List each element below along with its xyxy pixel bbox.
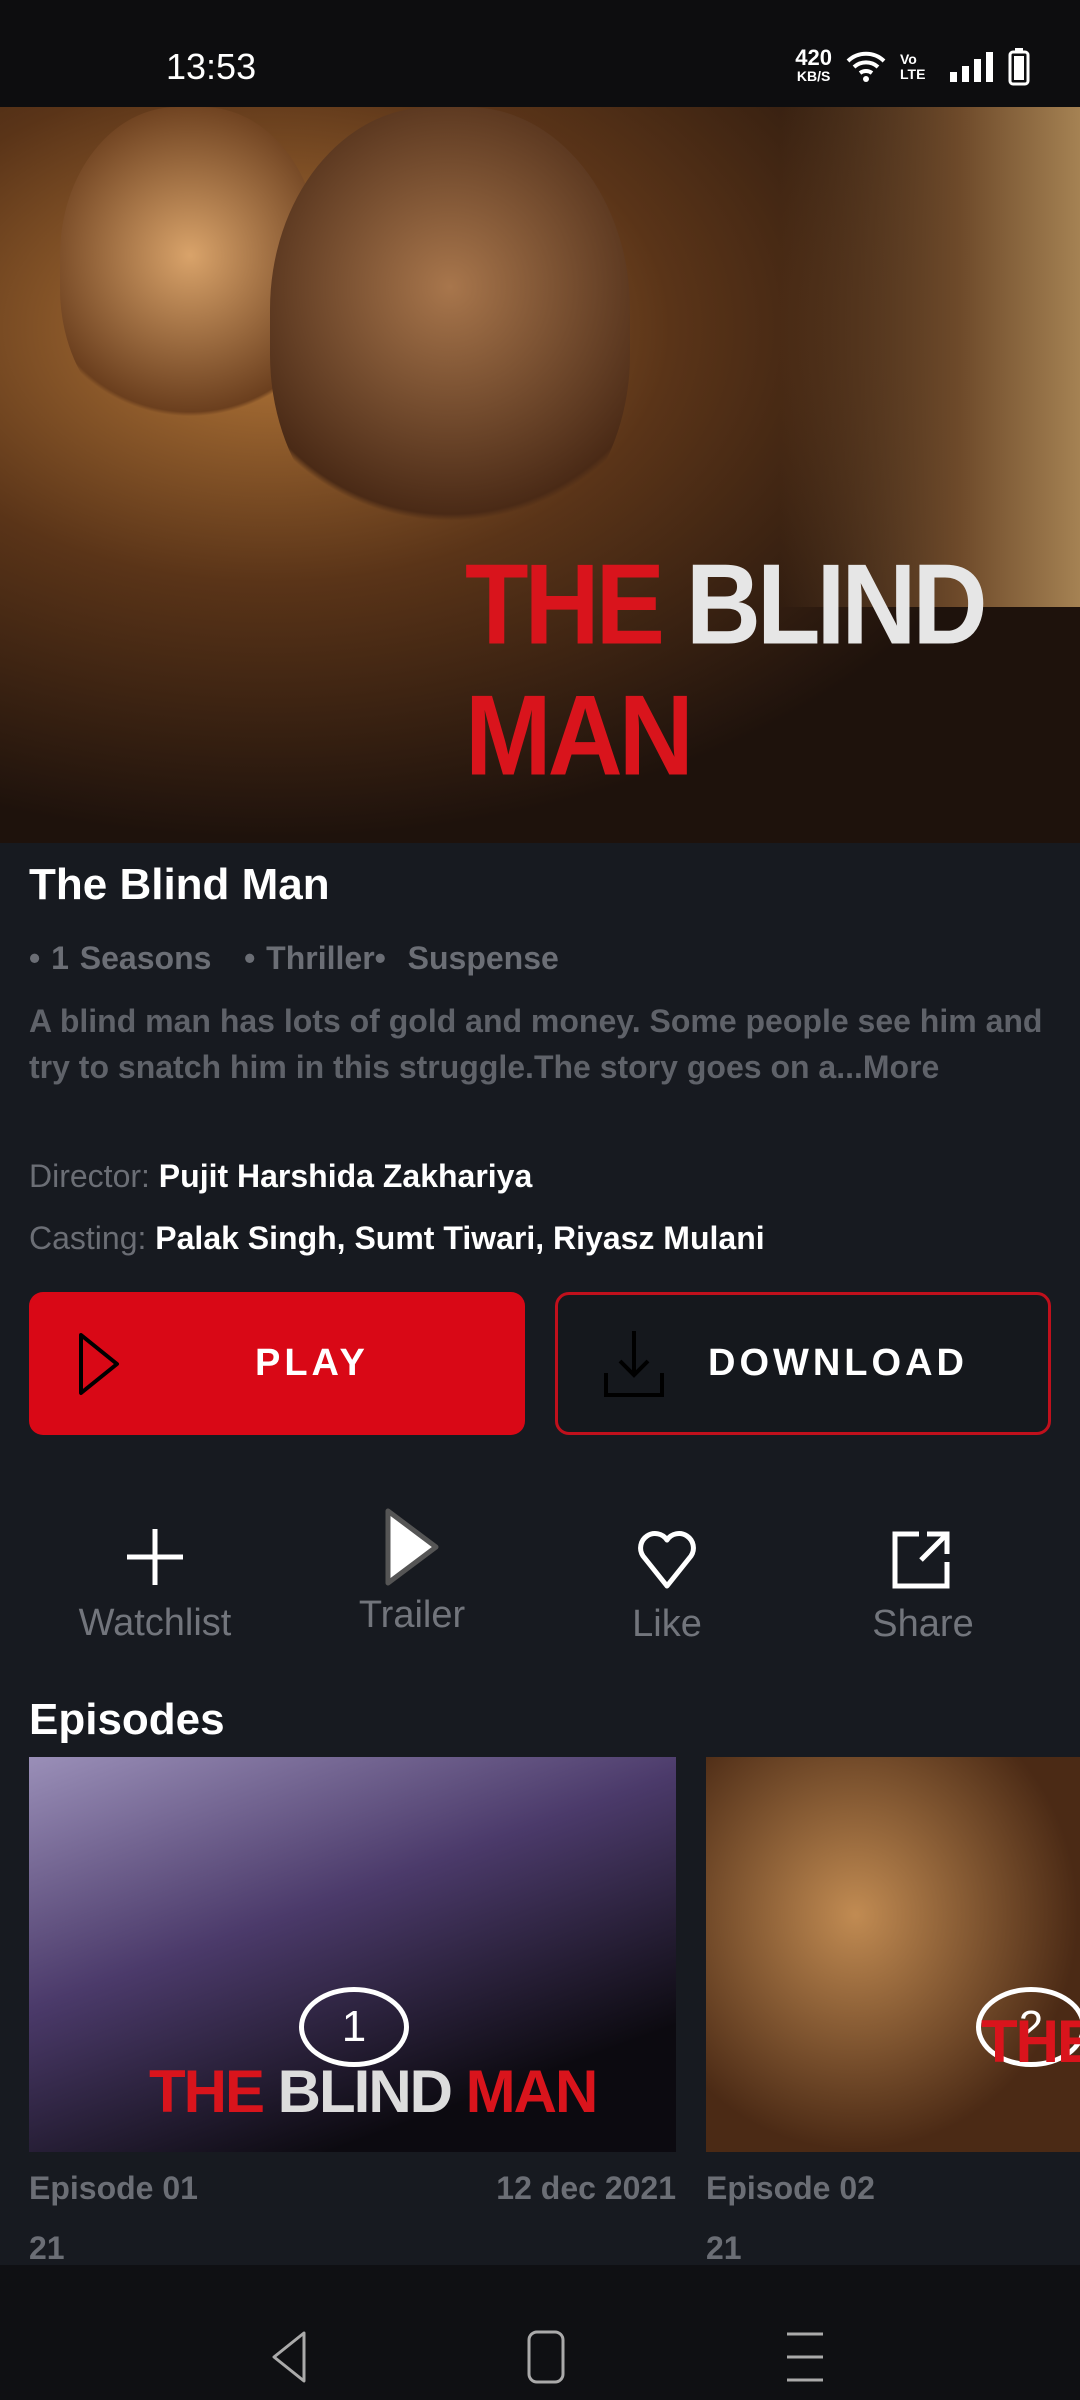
episode-number-badge: 1 xyxy=(299,1987,409,2067)
volte-label: Vo LTE xyxy=(900,51,926,82)
like-button[interactable]: Like xyxy=(567,1530,767,1646)
episode-sub: 21 xyxy=(29,2230,65,2266)
episode-title: Episode 02 xyxy=(706,2170,875,2206)
net-unit: KB/S xyxy=(796,68,831,84)
trailer-button[interactable]: Trailer xyxy=(312,1505,512,1637)
episode-logo: THE BLIND MAN xyxy=(149,2058,598,2125)
system-nav-bar xyxy=(0,2265,1080,2400)
net-speed: 420 xyxy=(795,45,832,70)
director-name: Pujit Harshida Zakhariya xyxy=(158,1158,533,1194)
menu-icon[interactable] xyxy=(785,2331,825,2383)
download-icon xyxy=(604,1330,664,1397)
episode-date: 12 dec 2021 xyxy=(496,2170,676,2206)
share-icon xyxy=(892,1531,950,1589)
wifi-icon xyxy=(846,51,886,82)
status-bar: 13:53 420 KB/S Vo LTE xyxy=(0,0,1080,107)
hero-poster[interactable]: THE BLIND MAN xyxy=(0,107,1080,843)
play-button[interactable]: PLAY xyxy=(29,1292,525,1435)
episode-sub: 21 xyxy=(706,2230,742,2266)
heart-icon xyxy=(638,1531,696,1589)
share-button[interactable]: Share xyxy=(823,1530,1023,1646)
casting-row: Casting: Palak Singh, Sumt Tiwari, Riyas… xyxy=(29,1220,765,1256)
play-icon xyxy=(385,1508,439,1586)
battery-icon xyxy=(1008,48,1030,86)
show-logo: THE BLIND MAN xyxy=(465,541,988,800)
signal-icon xyxy=(950,52,993,82)
download-button[interactable]: DOWNLOAD xyxy=(555,1292,1051,1435)
episode-card[interactable]: 2 THE xyxy=(706,1757,1080,2152)
episode-title: Episode 01 xyxy=(29,2170,198,2206)
play-outline-icon xyxy=(79,1332,119,1395)
episodes-heading: Episodes xyxy=(29,1695,225,1744)
home-icon[interactable] xyxy=(526,2329,566,2385)
episode-card[interactable]: 1 THE BLIND MAN xyxy=(29,1757,676,2152)
show-meta: • 1 Seasons • Thriller• Suspense xyxy=(29,940,559,976)
watchlist-button[interactable]: Watchlist xyxy=(55,1525,255,1645)
back-icon[interactable] xyxy=(268,2329,308,2385)
show-title: The Blind Man xyxy=(29,860,330,909)
cast-names: Palak Singh, Sumt Tiwari, Riyasz Mulani xyxy=(155,1220,765,1256)
plus-icon xyxy=(127,1529,183,1585)
director-row: Director: Pujit Harshida Zakhariya xyxy=(29,1158,533,1194)
clock: 13:53 xyxy=(166,46,257,87)
show-description[interactable]: A blind man has lots of gold and money. … xyxy=(29,998,1059,1090)
